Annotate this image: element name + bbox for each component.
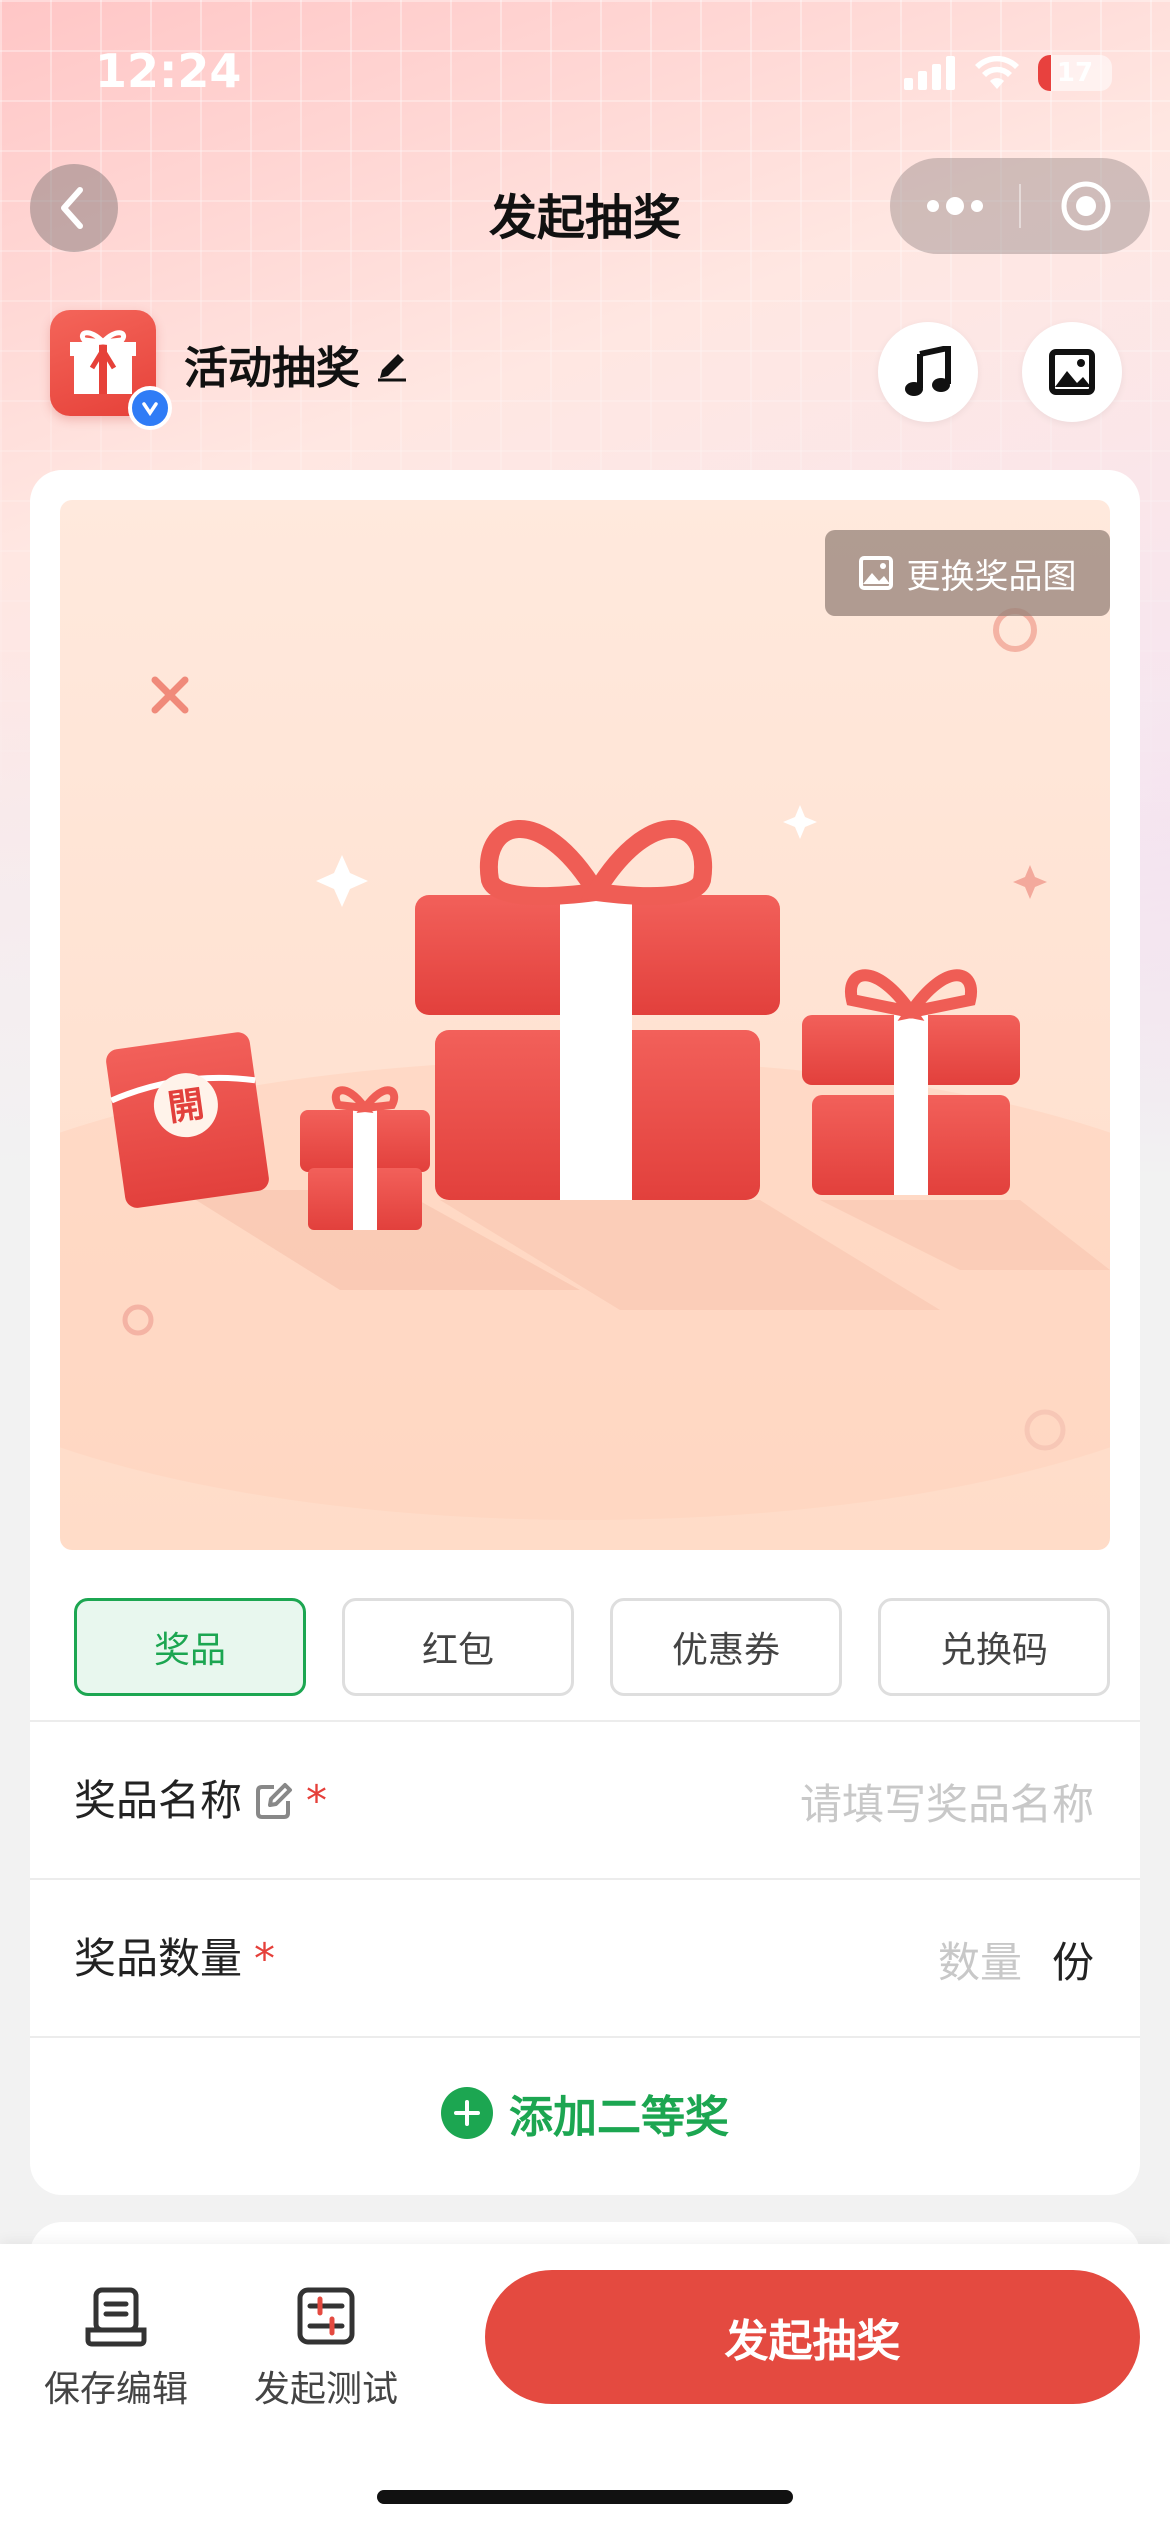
edit-note-icon [256,1783,293,1819]
required-asterisk: * [306,1776,328,1825]
prize-type-tabs: 奖品 红包 优惠券 兑换码 [74,1598,1124,1696]
bottom-action-bar: 保存编辑 发起测试 发起抽奖 [0,2244,1170,2532]
verified-badge [128,386,172,430]
prize-quantity-row: 奖品数量 * 数量 份 [30,1878,1140,2038]
battery-percentage: 17 [1056,58,1094,88]
battery-icon: 17 [1038,55,1112,91]
launch-lottery-button[interactable]: 发起抽奖 [485,2270,1140,2404]
verified-check-icon [142,402,158,417]
tab-prize[interactable]: 奖品 [74,1598,306,1696]
save-edit-label: 保存编辑 [43,2369,188,2410]
prize-image[interactable]: 開 更换奖品图 [60,500,1110,1550]
save-draft-icon [85,2287,147,2347]
prize-quantity-placeholder: 数量 [937,1937,1022,1987]
wifi-icon [975,56,1019,89]
required-asterisk: * [254,1934,276,1983]
tab-coupon[interactable]: 优惠券 [610,1598,842,1696]
edit-name-button[interactable] [376,348,410,386]
prize-card: 開 更换奖品图 奖品 红包 优惠券 兑换码 奖品名称 * 请填写奖品名称 奖品数… [30,470,1140,2195]
pencil-icon [378,354,406,382]
mini-program-capsule [890,158,1150,254]
music-note-icon [905,346,951,396]
add-second-prize-button[interactable]: 添加二等奖 [30,2036,1140,2188]
status-icons: 17 [904,50,1112,96]
test-sliders-icon [297,2287,355,2345]
prize-name-label: 奖品名称 [74,1776,243,1825]
launch-test-label: 发起测试 [253,2369,398,2410]
activity-name[interactable]: 活动抽奖 [184,332,360,396]
launch-test-button[interactable]: 发起测试 [246,2284,406,2412]
plus-circle-icon [441,2087,493,2139]
more-dots-icon [926,197,983,215]
background-image-button[interactable] [1022,322,1122,422]
image-icon [1049,349,1095,395]
prize-name-row: 奖品名称 * 请填写奖品名称 [30,1720,1140,1880]
prize-quantity-label: 奖品数量 [74,1934,243,1983]
save-edit-button[interactable]: 保存编辑 [36,2284,196,2412]
prize-name-placeholder: 请填写奖品名称 [799,1779,1094,1829]
gift-illustration: 開 [60,500,1110,1550]
add-second-prize-label: 添加二等奖 [509,2092,729,2143]
prize-quantity-input[interactable]: 数量 份 [938,1880,1094,2038]
more-button[interactable] [890,158,1019,254]
prize-quantity-label-group: 奖品数量 * [74,1880,275,2038]
envelope-badge: 開 [165,1084,206,1130]
close-mini-program-button[interactable] [1021,158,1150,254]
home-indicator [377,2490,793,2504]
tab-red-packet[interactable]: 红包 [342,1598,574,1696]
cellular-signal-icon [904,56,955,90]
prize-name-input[interactable]: 请填写奖品名称 [800,1722,1094,1880]
tab-redeem-code[interactable]: 兑换码 [878,1598,1110,1696]
change-prize-image-label: 更换奖品图 [906,556,1077,597]
image-icon [858,556,893,590]
music-button[interactable] [878,322,978,422]
target-icon [1061,181,1110,231]
status-time: 12:24 [95,44,242,98]
change-prize-image-button[interactable]: 更换奖品图 [825,530,1110,616]
prize-quantity-unit: 份 [1051,1937,1094,1987]
prize-name-label-group: 奖品名称 * [74,1722,327,1880]
